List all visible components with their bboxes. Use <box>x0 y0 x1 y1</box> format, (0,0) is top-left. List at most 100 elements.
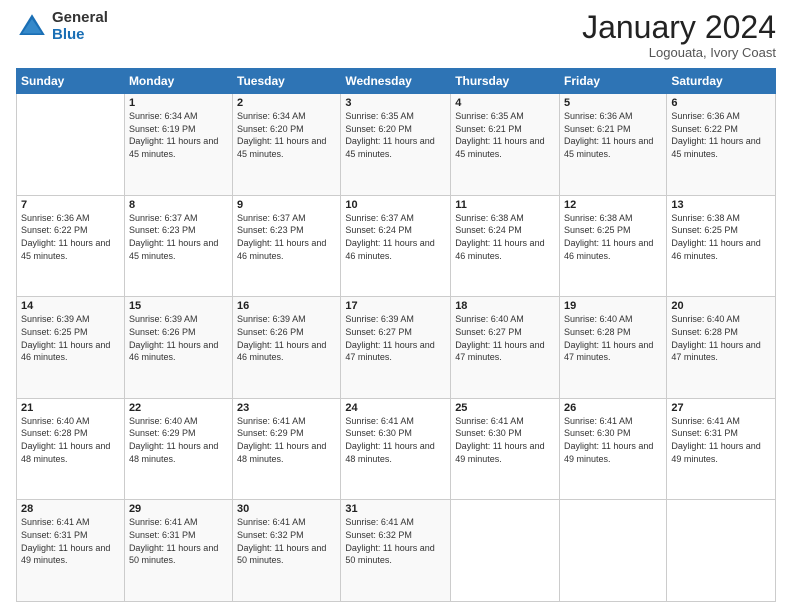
calendar-cell: 20Sunrise: 6:40 AM Sunset: 6:28 PM Dayli… <box>667 297 776 399</box>
calendar-cell <box>560 500 667 602</box>
day-number: 31 <box>345 503 446 515</box>
calendar-cell: 25Sunrise: 6:41 AM Sunset: 6:30 PM Dayli… <box>451 398 560 500</box>
calendar-cell: 17Sunrise: 6:39 AM Sunset: 6:27 PM Dayli… <box>341 297 451 399</box>
calendar-cell: 18Sunrise: 6:40 AM Sunset: 6:27 PM Dayli… <box>451 297 560 399</box>
day-number: 25 <box>455 402 555 414</box>
day-number: 16 <box>237 300 336 312</box>
month-title: January 2024 <box>582 10 776 45</box>
calendar-cell: 2Sunrise: 6:34 AM Sunset: 6:20 PM Daylig… <box>233 94 341 196</box>
day-number: 11 <box>455 199 555 211</box>
day-number: 4 <box>455 97 555 109</box>
day-number: 28 <box>21 503 120 515</box>
day-number: 17 <box>345 300 446 312</box>
calendar-cell: 19Sunrise: 6:40 AM Sunset: 6:28 PM Dayli… <box>560 297 667 399</box>
header: General Blue January 2024 Logouata, Ivor… <box>16 10 776 60</box>
calendar-cell: 14Sunrise: 6:39 AM Sunset: 6:25 PM Dayli… <box>17 297 125 399</box>
calendar-cell: 9Sunrise: 6:37 AM Sunset: 6:23 PM Daylig… <box>233 195 341 297</box>
day-number: 14 <box>21 300 120 312</box>
logo: General Blue <box>16 10 108 43</box>
calendar-cell: 4Sunrise: 6:35 AM Sunset: 6:21 PM Daylig… <box>451 94 560 196</box>
week-row-1: 1Sunrise: 6:34 AM Sunset: 6:19 PM Daylig… <box>17 94 776 196</box>
calendar-cell: 8Sunrise: 6:37 AM Sunset: 6:23 PM Daylig… <box>124 195 232 297</box>
cell-info: Sunrise: 6:41 AM Sunset: 6:31 PM Dayligh… <box>671 415 771 465</box>
day-number: 20 <box>671 300 771 312</box>
title-block: January 2024 Logouata, Ivory Coast <box>582 10 776 60</box>
col-header-friday: Friday <box>560 69 667 94</box>
cell-info: Sunrise: 6:41 AM Sunset: 6:31 PM Dayligh… <box>21 516 120 566</box>
logo-icon <box>16 11 48 43</box>
calendar-cell <box>667 500 776 602</box>
day-number: 18 <box>455 300 555 312</box>
calendar-cell: 22Sunrise: 6:40 AM Sunset: 6:29 PM Dayli… <box>124 398 232 500</box>
cell-info: Sunrise: 6:36 AM Sunset: 6:22 PM Dayligh… <box>671 110 771 160</box>
col-header-saturday: Saturday <box>667 69 776 94</box>
calendar-cell: 23Sunrise: 6:41 AM Sunset: 6:29 PM Dayli… <box>233 398 341 500</box>
day-number: 29 <box>129 503 228 515</box>
calendar-cell: 3Sunrise: 6:35 AM Sunset: 6:20 PM Daylig… <box>341 94 451 196</box>
header-row: SundayMondayTuesdayWednesdayThursdayFrid… <box>17 69 776 94</box>
calendar-cell: 27Sunrise: 6:41 AM Sunset: 6:31 PM Dayli… <box>667 398 776 500</box>
day-number: 1 <box>129 97 228 109</box>
cell-info: Sunrise: 6:41 AM Sunset: 6:31 PM Dayligh… <box>129 516 228 566</box>
day-number: 15 <box>129 300 228 312</box>
col-header-monday: Monday <box>124 69 232 94</box>
day-number: 19 <box>564 300 662 312</box>
cell-info: Sunrise: 6:36 AM Sunset: 6:22 PM Dayligh… <box>21 212 120 262</box>
cell-info: Sunrise: 6:34 AM Sunset: 6:20 PM Dayligh… <box>237 110 336 160</box>
day-number: 23 <box>237 402 336 414</box>
cell-info: Sunrise: 6:41 AM Sunset: 6:30 PM Dayligh… <box>455 415 555 465</box>
calendar-cell: 16Sunrise: 6:39 AM Sunset: 6:26 PM Dayli… <box>233 297 341 399</box>
day-number: 30 <box>237 503 336 515</box>
day-number: 3 <box>345 97 446 109</box>
cell-info: Sunrise: 6:34 AM Sunset: 6:19 PM Dayligh… <box>129 110 228 160</box>
day-number: 22 <box>129 402 228 414</box>
cell-info: Sunrise: 6:40 AM Sunset: 6:28 PM Dayligh… <box>21 415 120 465</box>
cell-info: Sunrise: 6:39 AM Sunset: 6:25 PM Dayligh… <box>21 313 120 363</box>
page: General Blue January 2024 Logouata, Ivor… <box>0 0 792 612</box>
cell-info: Sunrise: 6:40 AM Sunset: 6:28 PM Dayligh… <box>564 313 662 363</box>
week-row-2: 7Sunrise: 6:36 AM Sunset: 6:22 PM Daylig… <box>17 195 776 297</box>
cell-info: Sunrise: 6:38 AM Sunset: 6:24 PM Dayligh… <box>455 212 555 262</box>
day-number: 7 <box>21 199 120 211</box>
col-header-tuesday: Tuesday <box>233 69 341 94</box>
calendar-table: SundayMondayTuesdayWednesdayThursdayFrid… <box>16 68 776 602</box>
cell-info: Sunrise: 6:38 AM Sunset: 6:25 PM Dayligh… <box>564 212 662 262</box>
day-number: 24 <box>345 402 446 414</box>
calendar-cell: 24Sunrise: 6:41 AM Sunset: 6:30 PM Dayli… <box>341 398 451 500</box>
day-number: 26 <box>564 402 662 414</box>
day-number: 2 <box>237 97 336 109</box>
cell-info: Sunrise: 6:35 AM Sunset: 6:20 PM Dayligh… <box>345 110 446 160</box>
day-number: 9 <box>237 199 336 211</box>
logo-blue: Blue <box>52 27 108 44</box>
location-subtitle: Logouata, Ivory Coast <box>582 45 776 60</box>
calendar-cell <box>17 94 125 196</box>
calendar-cell: 6Sunrise: 6:36 AM Sunset: 6:22 PM Daylig… <box>667 94 776 196</box>
day-number: 13 <box>671 199 771 211</box>
day-number: 21 <box>21 402 120 414</box>
calendar-cell: 15Sunrise: 6:39 AM Sunset: 6:26 PM Dayli… <box>124 297 232 399</box>
cell-info: Sunrise: 6:41 AM Sunset: 6:30 PM Dayligh… <box>564 415 662 465</box>
cell-info: Sunrise: 6:40 AM Sunset: 6:27 PM Dayligh… <box>455 313 555 363</box>
cell-info: Sunrise: 6:41 AM Sunset: 6:29 PM Dayligh… <box>237 415 336 465</box>
week-row-3: 14Sunrise: 6:39 AM Sunset: 6:25 PM Dayli… <box>17 297 776 399</box>
week-row-5: 28Sunrise: 6:41 AM Sunset: 6:31 PM Dayli… <box>17 500 776 602</box>
cell-info: Sunrise: 6:40 AM Sunset: 6:29 PM Dayligh… <box>129 415 228 465</box>
calendar-cell: 30Sunrise: 6:41 AM Sunset: 6:32 PM Dayli… <box>233 500 341 602</box>
calendar-cell: 31Sunrise: 6:41 AM Sunset: 6:32 PM Dayli… <box>341 500 451 602</box>
day-number: 10 <box>345 199 446 211</box>
calendar-cell: 26Sunrise: 6:41 AM Sunset: 6:30 PM Dayli… <box>560 398 667 500</box>
col-header-sunday: Sunday <box>17 69 125 94</box>
calendar-cell <box>451 500 560 602</box>
calendar-cell: 28Sunrise: 6:41 AM Sunset: 6:31 PM Dayli… <box>17 500 125 602</box>
logo-text: General Blue <box>52 10 108 43</box>
day-number: 12 <box>564 199 662 211</box>
cell-info: Sunrise: 6:37 AM Sunset: 6:23 PM Dayligh… <box>237 212 336 262</box>
cell-info: Sunrise: 6:36 AM Sunset: 6:21 PM Dayligh… <box>564 110 662 160</box>
logo-general: General <box>52 10 108 27</box>
day-number: 8 <box>129 199 228 211</box>
calendar-cell: 5Sunrise: 6:36 AM Sunset: 6:21 PM Daylig… <box>560 94 667 196</box>
cell-info: Sunrise: 6:39 AM Sunset: 6:26 PM Dayligh… <box>237 313 336 363</box>
cell-info: Sunrise: 6:39 AM Sunset: 6:26 PM Dayligh… <box>129 313 228 363</box>
week-row-4: 21Sunrise: 6:40 AM Sunset: 6:28 PM Dayli… <box>17 398 776 500</box>
calendar-cell: 21Sunrise: 6:40 AM Sunset: 6:28 PM Dayli… <box>17 398 125 500</box>
